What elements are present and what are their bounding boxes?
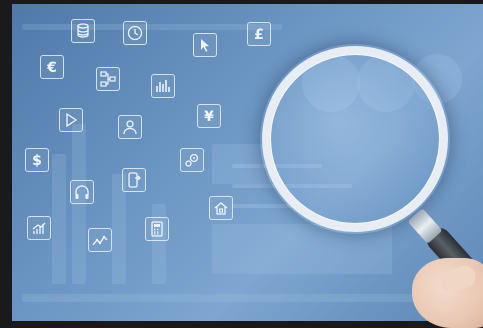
play-icon: [59, 108, 83, 132]
background-bar: [152, 204, 166, 284]
yen-icon: ¥: [197, 104, 221, 128]
bar-chart-icon: [151, 74, 175, 98]
flowchart-icon: [96, 67, 120, 91]
lens-inner-ring: [270, 54, 440, 224]
mobile-transfer-icon: [122, 168, 146, 192]
background-bar: [72, 124, 86, 284]
clock-icon: [123, 21, 147, 45]
dollar-icon: $: [25, 148, 49, 172]
pound-icon: £: [247, 22, 271, 46]
calculator-icon: [145, 217, 169, 241]
growth-chart-icon: [27, 216, 51, 240]
user-icon: [118, 115, 142, 139]
background-bar: [22, 24, 282, 30]
gears-icon: [180, 148, 204, 172]
coins-stack-icon: [71, 19, 95, 43]
background-bar: [22, 294, 442, 302]
headphones-icon: [70, 180, 94, 204]
background-bar: [52, 154, 66, 284]
euro-icon: €: [40, 55, 64, 79]
image-frame: £ € ¥ $: [0, 0, 483, 328]
cursor-arrow-icon: [193, 33, 217, 57]
home-icon: [209, 196, 233, 220]
line-chart-icon: [88, 228, 112, 252]
